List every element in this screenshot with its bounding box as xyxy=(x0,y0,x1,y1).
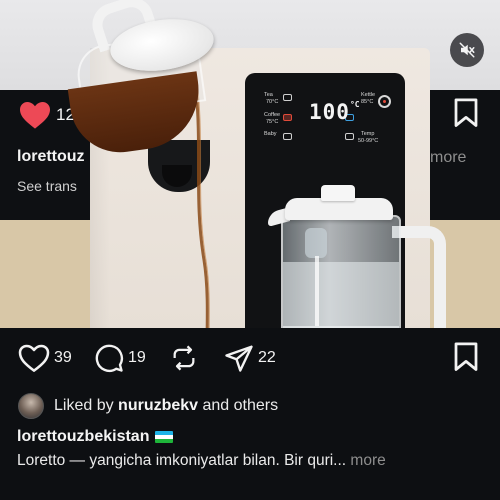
liked-by-username[interactable]: nuruzbekv xyxy=(118,397,198,414)
comment-button[interactable]: 19 xyxy=(94,343,146,373)
author-username[interactable]: lorettouzbekistan xyxy=(17,428,149,446)
panel-label-kettle-temp: 85°C xyxy=(361,99,374,105)
save-button[interactable] xyxy=(452,98,480,128)
uzbekistan-flag-icon xyxy=(155,431,174,443)
kettle-lid xyxy=(285,198,393,220)
coffee-mode-icon xyxy=(283,114,292,121)
repost-icon xyxy=(173,345,195,371)
caption-more-link[interactable]: more xyxy=(346,452,385,469)
kettle-water xyxy=(283,262,399,328)
bookmark-icon xyxy=(454,342,478,371)
temperature-value: 100 xyxy=(309,100,350,124)
comment-count: 19 xyxy=(128,349,146,366)
previous-post-username[interactable]: lorettouz xyxy=(17,148,85,166)
like-count: 39 xyxy=(54,349,72,366)
see-translation-link[interactable]: See trans xyxy=(17,178,77,194)
liked-by-prefix: Liked by xyxy=(54,397,119,414)
speaker-muted-icon xyxy=(459,42,475,58)
kettle-infuser-rod xyxy=(315,256,319,326)
liked-by-row[interactable]: Liked by nuruzbekv and others xyxy=(18,392,278,420)
send-icon xyxy=(225,345,253,372)
share-count: 22 xyxy=(258,349,276,366)
post-author[interactable]: lorettouzbekistan xyxy=(17,428,174,446)
panel-label-tea-temp: 70°C xyxy=(266,99,279,105)
previous-post-more-link[interactable]: more xyxy=(430,149,466,167)
repost-button[interactable] xyxy=(170,343,198,373)
post-caption: Loretto — yangicha imkoniyatlar bilan. B… xyxy=(17,452,386,470)
panel-label-tea: Tea xyxy=(264,92,273,98)
liked-by-avatar[interactable] xyxy=(18,393,44,419)
panel-label-temp-range: 50-99°C xyxy=(358,138,379,144)
comment-icon xyxy=(95,344,123,372)
liked-by-suffix[interactable]: and others xyxy=(198,397,279,414)
bookmark-icon xyxy=(454,98,478,127)
power-icon xyxy=(378,95,391,108)
mute-button[interactable] xyxy=(450,33,484,67)
panel-label-baby: Baby xyxy=(264,131,277,137)
save-button[interactable] xyxy=(452,342,480,372)
panel-label-coffee: Coffee xyxy=(264,112,281,118)
like-button-active[interactable] xyxy=(18,100,52,130)
temperature-display: 100°C xyxy=(309,100,360,124)
baby-mode-icon xyxy=(283,133,292,140)
kettle-infuser xyxy=(305,228,327,258)
like-button[interactable]: 39 xyxy=(18,343,72,373)
heart-outline-icon xyxy=(18,344,50,372)
kettle-lid-knob xyxy=(321,185,355,201)
temp-mode-icon xyxy=(345,133,354,140)
share-button[interactable]: 22 xyxy=(224,343,276,373)
heart-filled-icon xyxy=(20,102,50,129)
panel-label-temp: Temp xyxy=(361,131,375,137)
caption-text: Loretto — yangicha imkoniyatlar bilan. B… xyxy=(17,452,347,469)
panel-label-coffee-temp: 75°C xyxy=(266,119,279,125)
post-footer: 39 19 22 Liked by nuruzbekv and others l… xyxy=(0,328,500,500)
temperature-unit: °C xyxy=(349,100,360,109)
tea-mode-icon xyxy=(283,94,292,101)
liked-by-text: Liked by nuruzbekv and others xyxy=(54,397,278,415)
panel-label-kettle: Kettle xyxy=(361,92,376,98)
